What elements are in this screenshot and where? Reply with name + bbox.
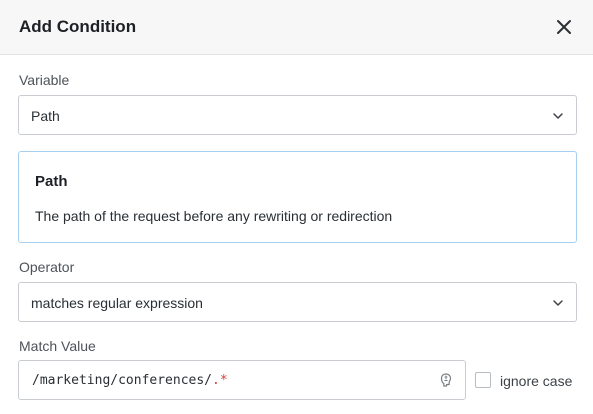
match-value-label: Match Value [19, 338, 96, 354]
regex-icon[interactable] [438, 372, 454, 388]
variable-label: Variable [19, 72, 70, 88]
info-description: The path of the request before any rewri… [35, 208, 393, 224]
variable-info-panel: Path The path of the request before any … [18, 151, 577, 243]
info-title: Path [35, 173, 68, 190]
dialog-header: Add Condition [0, 0, 593, 55]
match-value-text: /marketing/conferences/.* [32, 373, 228, 388]
match-value-regex-token: .* [212, 373, 228, 388]
checkbox-box[interactable] [475, 372, 491, 388]
operator-selected-value: matches regular expression [31, 295, 203, 311]
variable-selected-value: Path [31, 108, 60, 124]
add-condition-dialog: Add Condition Variable Path Path The pat… [0, 0, 593, 414]
chevron-down-icon [551, 109, 565, 123]
chevron-down-icon [551, 296, 565, 310]
variable-select[interactable]: Path [18, 95, 577, 135]
close-icon[interactable] [553, 16, 575, 38]
dialog-title: Add Condition [19, 17, 137, 36]
match-value-literal: /marketing/conferences/ [32, 373, 213, 388]
operator-label: Operator [19, 259, 75, 275]
ignore-case-label: ignore case [500, 373, 573, 389]
match-value-input[interactable]: /marketing/conferences/.* [18, 360, 466, 400]
operator-select[interactable]: matches regular expression [18, 282, 577, 322]
